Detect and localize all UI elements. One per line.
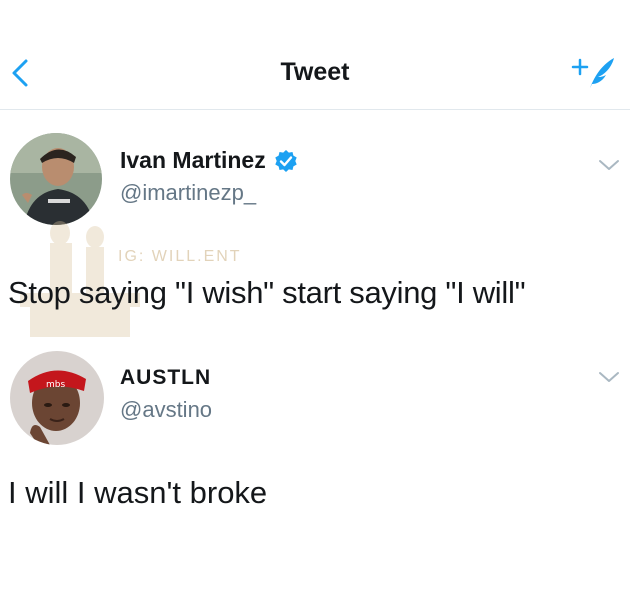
author-handle[interactable]: @avstino [120, 397, 212, 423]
tweet-text: Stop saying "I wish" start saying "I wil… [8, 275, 526, 310]
chevron-down-icon [599, 372, 619, 382]
avatar[interactable]: mbs [10, 351, 104, 445]
tweet-options-button[interactable] [596, 155, 622, 175]
page-title: Tweet [280, 58, 350, 86]
top-navigation-bar: Tweet [0, 0, 630, 110]
tweet-text: I will I wasn't broke [8, 475, 268, 510]
avatar[interactable] [10, 133, 102, 225]
author-name[interactable]: Ivan Martinez [120, 147, 266, 174]
author-row: Ivan Martinez [120, 147, 298, 174]
author-name[interactable]: AUSTLN [120, 366, 211, 390]
svg-text:mbs: mbs [46, 380, 65, 390]
chevron-down-icon [599, 160, 619, 170]
author-handle[interactable]: @imartinezp_ [120, 180, 256, 206]
tweet-options-button[interactable] [596, 367, 622, 387]
author-row: AUSTLN [120, 366, 211, 390]
reply-tweet-card[interactable]: mbs AUSTLN @avstino I will I wasn't brok… [0, 345, 630, 525]
verified-badge-icon [275, 149, 297, 172]
compose-tweet-icon [571, 58, 614, 88]
watermark-text: IG: WILL.ENT [118, 248, 242, 265]
tweet-card[interactable]: Ivan Martinez @imartinezp_ IG: WILL.ENT … [0, 130, 630, 340]
compose-tweet-button[interactable] [570, 52, 620, 92]
